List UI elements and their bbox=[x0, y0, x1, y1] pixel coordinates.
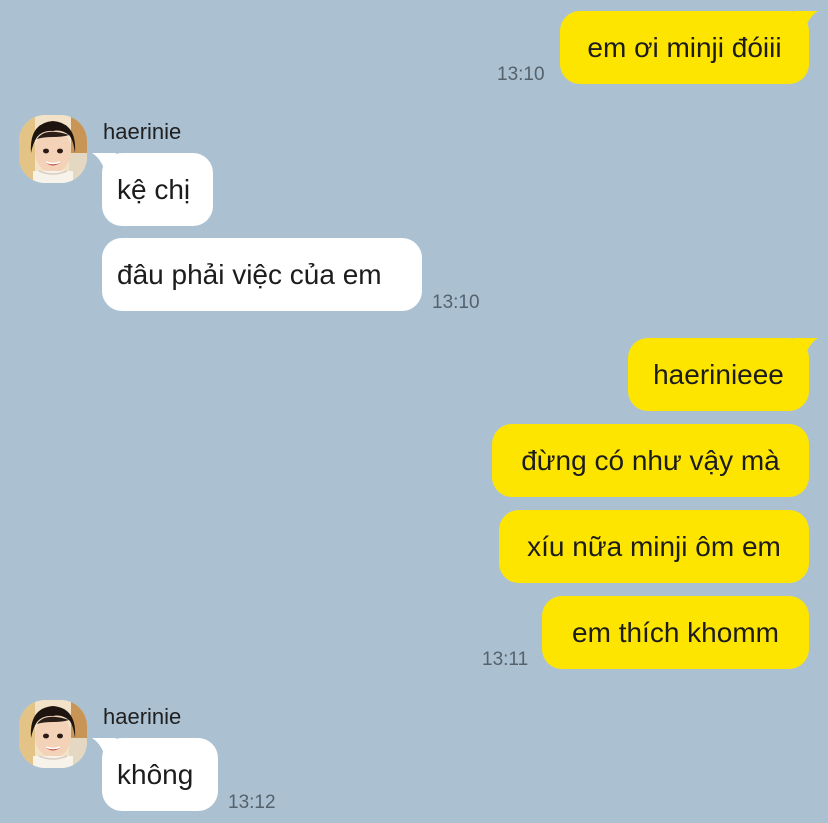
message-text: đâu phải việc của em bbox=[117, 259, 382, 290]
outgoing-bubble-tail bbox=[794, 338, 818, 360]
sender-avatar[interactable] bbox=[19, 700, 87, 768]
outgoing-message-bubble[interactable]: đừng có như vậy mà bbox=[492, 424, 809, 497]
message-text: đừng có như vậy mà bbox=[521, 445, 780, 476]
outgoing-message-bubble[interactable]: em ơi minji đóiii bbox=[560, 11, 809, 84]
message-text: haerinieee bbox=[653, 359, 784, 390]
outgoing-message-bubble[interactable]: haerinieee bbox=[628, 338, 809, 411]
message-text: không bbox=[117, 759, 194, 790]
incoming-message-bubble[interactable]: kệ chị bbox=[102, 153, 213, 226]
avatar-image bbox=[19, 115, 87, 183]
sender-name: haerinie bbox=[103, 704, 182, 729]
outgoing-bubble-tail bbox=[794, 11, 818, 33]
message-text: em thích khomm bbox=[572, 617, 779, 648]
incoming-message-bubble[interactable]: đâu phải việc của em bbox=[102, 238, 422, 311]
message-text: kệ chị bbox=[117, 174, 191, 205]
message-timestamp: 13:11 bbox=[482, 649, 529, 670]
outgoing-message-bubble[interactable]: xíu nữa minji ôm em bbox=[499, 510, 809, 583]
avatar-image bbox=[19, 700, 87, 768]
sender-name: haerinie bbox=[103, 119, 182, 144]
outgoing-message-bubble[interactable]: em thích khomm bbox=[542, 596, 809, 669]
message-text: em ơi minji đóiii bbox=[587, 32, 782, 63]
message-text: xíu nữa minji ôm em bbox=[527, 531, 781, 562]
message-timestamp: 13:10 bbox=[432, 292, 480, 313]
incoming-message-bubble[interactable]: không bbox=[102, 738, 218, 811]
message-timestamp: 13:10 bbox=[497, 64, 545, 85]
message-timestamp: 13:12 bbox=[228, 792, 276, 813]
sender-avatar[interactable] bbox=[19, 115, 87, 183]
